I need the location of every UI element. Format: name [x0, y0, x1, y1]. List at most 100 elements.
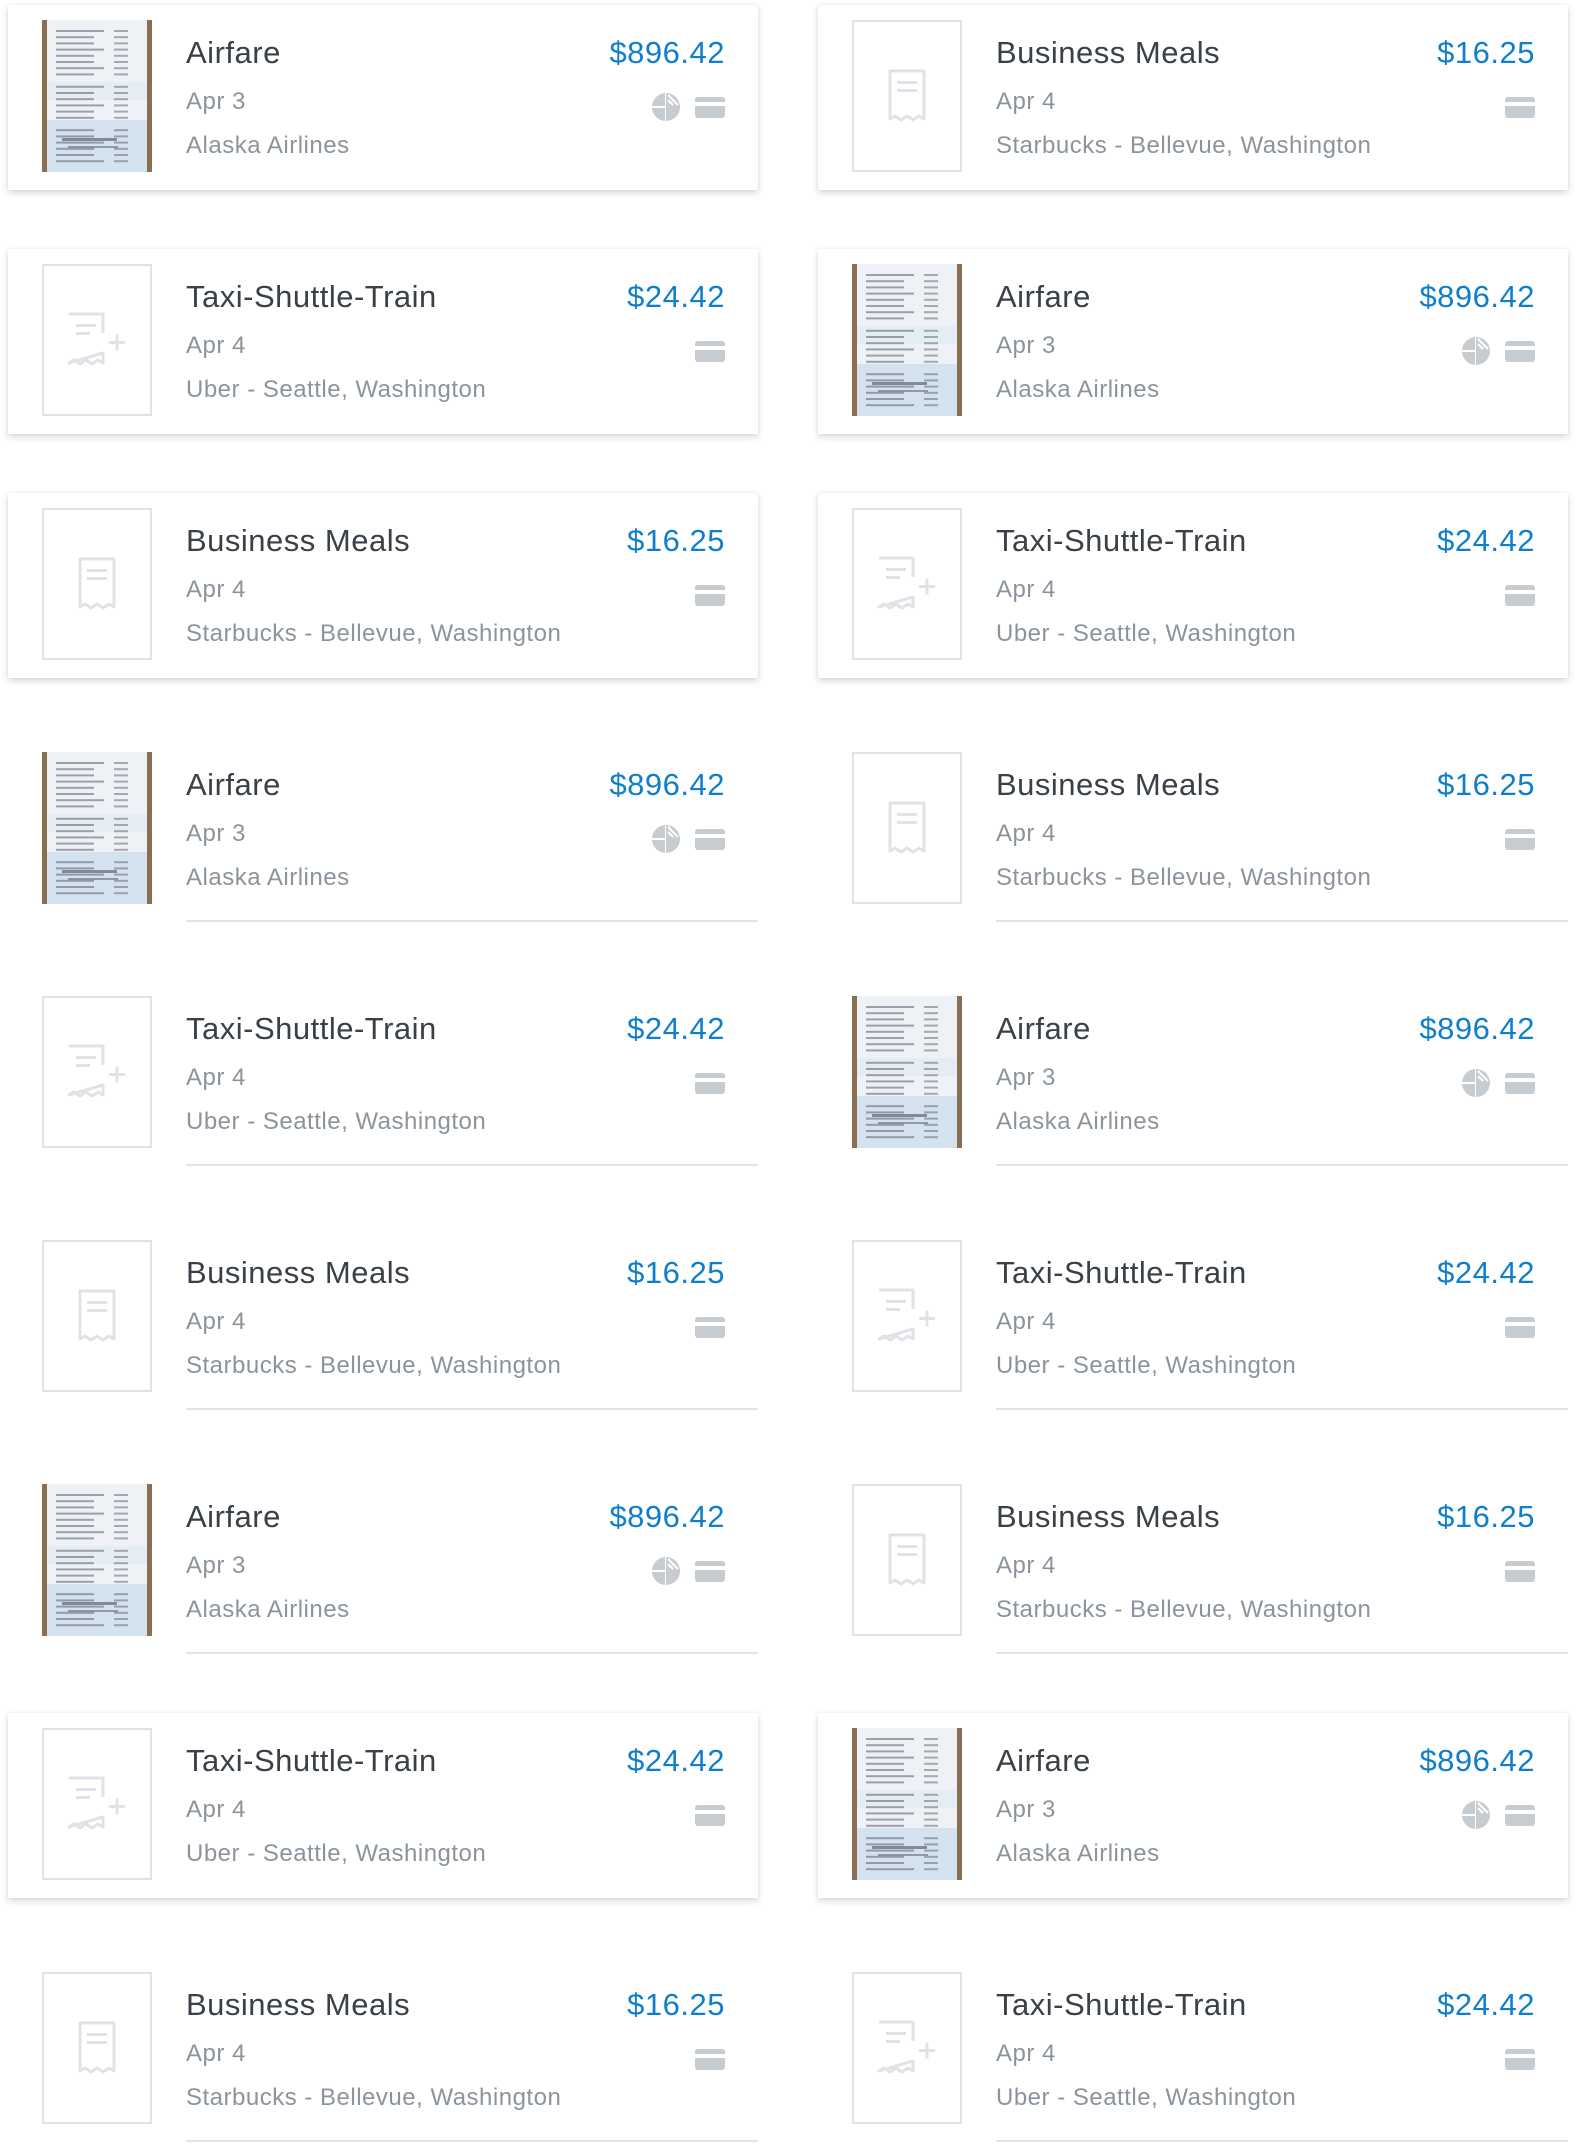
expense-status-icons [1505, 1311, 1535, 1343]
receipt-photo-thumbnail[interactable] [852, 996, 962, 1148]
receipt-icon[interactable] [852, 752, 962, 904]
card-icon [695, 96, 725, 118]
expense-category: Taxi-Shuttle-Train [996, 1987, 1247, 2022]
expense-status-icons [1461, 335, 1535, 367]
expense-category: Airfare [996, 1743, 1091, 1778]
expense-merchant: Alaska Airlines [996, 1108, 1160, 1135]
expense-date: Apr 3 [996, 1064, 1056, 1091]
expense-merchant: Uber - Seattle, Washington [186, 1840, 487, 1867]
expense-date: Apr 3 [186, 820, 246, 847]
receipt-photo-thumbnail[interactable] [852, 264, 962, 416]
expense-card[interactable]: Taxi-Shuttle-Train Apr 4 Uber - Seattle, W… [818, 1225, 1568, 1410]
expense-amount: $896.42 [609, 35, 725, 70]
expense-status-icons [1461, 1799, 1535, 1831]
expense-merchant: Starbucks - Bellevue, Washington [186, 1352, 562, 1379]
expense-card[interactable]: Taxi-Shuttle-Train Apr 4 Uber - Seattle, W… [818, 493, 1568, 678]
receipt-photo-thumbnail[interactable] [42, 1484, 152, 1636]
expense-card[interactable]: Airfare Apr 3 Alaska Airlines $896.42 [818, 981, 1568, 1166]
expense-category: Business Meals [186, 1255, 411, 1290]
expense-card[interactable]: Airfare Apr 3 Alaska Airlines $896.42 [8, 5, 758, 190]
split-icon [651, 824, 681, 854]
expense-date: Apr 4 [186, 576, 246, 603]
expense-card[interactable]: Business Meals Apr 4 Starbucks - Bellevue,… [8, 493, 758, 678]
expense-category: Business Meals [186, 1987, 411, 2022]
split-icon [651, 1556, 681, 1586]
expense-card[interactable]: Business Meals Apr 4 Starbucks - Bellevue,… [818, 1469, 1568, 1654]
row-separator [996, 1164, 1568, 1166]
receipt-icon[interactable] [42, 508, 152, 660]
expense-amount: $24.42 [627, 1743, 725, 1778]
card-icon [1505, 1804, 1535, 1826]
expense-card[interactable]: Airfare Apr 3 Alaska Airlines $896.42 [8, 1469, 758, 1654]
expense-amount: $16.25 [627, 1255, 725, 1290]
expense-amount: $24.42 [1437, 1987, 1535, 2022]
expense-category: Business Meals [996, 35, 1221, 70]
expense-merchant: Starbucks - Bellevue, Washington [186, 2084, 562, 2111]
expense-category: Taxi-Shuttle-Train [186, 1743, 437, 1778]
expense-card[interactable]: Business Meals Apr 4 Starbucks - Bellevue,… [818, 5, 1568, 190]
expense-date: Apr 3 [996, 332, 1056, 359]
expense-card[interactable]: Airfare Apr 3 Alaska Airlines $896.42 [818, 249, 1568, 434]
expense-date: Apr 4 [186, 332, 246, 359]
row-separator [996, 920, 1568, 922]
receipt-icon[interactable] [42, 1240, 152, 1392]
receipt-photo-thumbnail[interactable] [852, 1728, 962, 1880]
expense-category: Airfare [996, 1011, 1091, 1046]
expense-date: Apr 4 [996, 88, 1056, 115]
expense-status-icons [1505, 91, 1535, 123]
expense-category: Taxi-Shuttle-Train [186, 1011, 437, 1046]
expense-amount: $16.25 [627, 523, 725, 558]
card-icon [695, 1316, 725, 1338]
expense-card[interactable]: Business Meals Apr 4 Starbucks - Bellevue,… [8, 1957, 758, 2142]
expense-status-icons [651, 91, 725, 123]
expense-card[interactable]: Taxi-Shuttle-Train Apr 4 Uber - Seattle, W… [8, 1713, 758, 1898]
row-separator [186, 920, 758, 922]
expense-merchant: Alaska Airlines [186, 132, 350, 159]
expense-amount: $896.42 [1419, 1743, 1535, 1778]
expense-status-icons [1461, 1067, 1535, 1099]
expense-card[interactable]: Taxi-Shuttle-Train Apr 4 Uber - Seattle, W… [818, 1957, 1568, 2142]
expense-card[interactable]: Airfare Apr 3 Alaska Airlines $896.42 [818, 1713, 1568, 1898]
add-receipt-icon[interactable] [42, 264, 152, 416]
add-receipt-icon[interactable] [852, 508, 962, 660]
expense-date: Apr 4 [186, 2040, 246, 2067]
add-receipt-icon[interactable] [42, 996, 152, 1148]
expense-card[interactable]: Taxi-Shuttle-Train Apr 4 Uber - Seattle, W… [8, 249, 758, 434]
row-separator [186, 1408, 758, 1410]
expense-merchant: Uber - Seattle, Washington [996, 620, 1297, 647]
expense-date: Apr 4 [186, 1796, 246, 1823]
expense-card[interactable]: Taxi-Shuttle-Train Apr 4 Uber - Seattle, W… [8, 981, 758, 1166]
expense-status-icons [1505, 1555, 1535, 1587]
row-separator [186, 1164, 758, 1166]
receipt-icon[interactable] [852, 1484, 962, 1636]
expense-amount: $24.42 [1437, 1255, 1535, 1290]
add-receipt-icon[interactable] [852, 1240, 962, 1392]
expense-card[interactable]: Business Meals Apr 4 Starbucks - Bellevue,… [8, 1225, 758, 1410]
receipt-icon[interactable] [42, 1972, 152, 2124]
expense-status-icons [1505, 823, 1535, 855]
expense-category: Business Meals [996, 1499, 1221, 1534]
expense-category: Airfare [186, 1499, 281, 1534]
split-icon [651, 92, 681, 122]
expense-category: Airfare [186, 35, 281, 70]
receipt-icon[interactable] [852, 20, 962, 172]
add-receipt-icon[interactable] [42, 1728, 152, 1880]
expense-amount: $24.42 [627, 279, 725, 314]
expense-status-icons [651, 823, 725, 855]
expense-card[interactable]: Business Meals Apr 4 Starbucks - Bellevue,… [818, 737, 1568, 922]
expense-amount: $16.25 [1437, 767, 1535, 802]
card-icon [695, 1804, 725, 1826]
receipt-photo-thumbnail[interactable] [42, 20, 152, 172]
expense-status-icons [695, 579, 725, 611]
add-receipt-icon[interactable] [852, 1972, 962, 2124]
expense-amount: $896.42 [1419, 279, 1535, 314]
expense-date: Apr 4 [996, 576, 1056, 603]
card-icon [1505, 1560, 1535, 1582]
expense-category: Business Meals [996, 767, 1221, 802]
expense-category: Taxi-Shuttle-Train [186, 279, 437, 314]
expense-amount: $16.25 [1437, 1499, 1535, 1534]
expense-merchant: Alaska Airlines [186, 1596, 350, 1623]
expense-category: Taxi-Shuttle-Train [996, 523, 1247, 558]
receipt-photo-thumbnail[interactable] [42, 752, 152, 904]
expense-card[interactable]: Airfare Apr 3 Alaska Airlines $896.42 [8, 737, 758, 922]
